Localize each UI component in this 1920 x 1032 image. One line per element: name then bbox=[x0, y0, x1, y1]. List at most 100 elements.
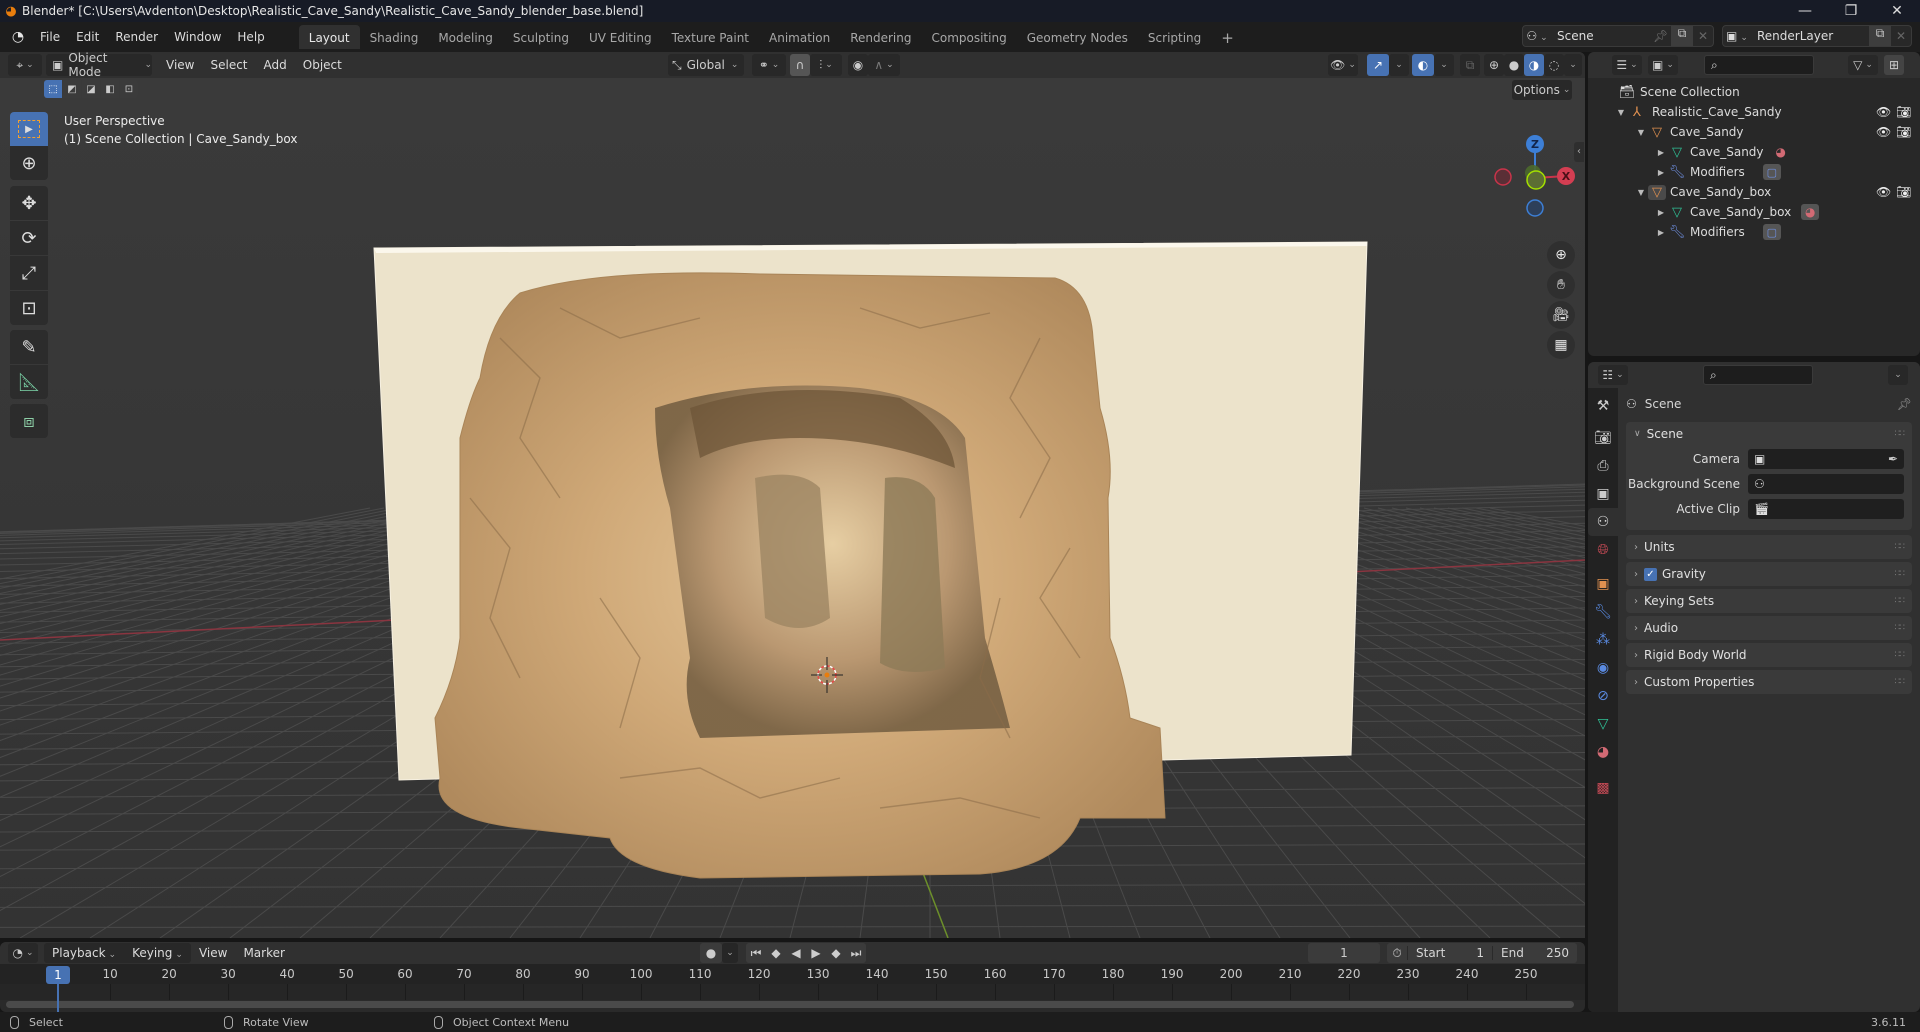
menu-edit[interactable]: Edit bbox=[68, 26, 107, 48]
gizmo-options-dropdown[interactable]: ⌄ bbox=[1389, 54, 1409, 76]
expand-toggle[interactable]: ▶ bbox=[1654, 148, 1668, 157]
gizmo-toggle[interactable]: ↗ bbox=[1367, 54, 1389, 76]
modifier-icon[interactable]: ▢ bbox=[1762, 224, 1781, 240]
workspace-tab-texture-paint[interactable]: Texture Paint bbox=[662, 25, 759, 49]
mode-selector[interactable]: ▣ Object Mode ⌄ bbox=[46, 52, 152, 79]
end-frame-field[interactable]: End 250 bbox=[1493, 946, 1577, 960]
prev-keyframe-button[interactable]: ◆ bbox=[766, 943, 786, 963]
options-dropdown[interactable]: Options ⌄ bbox=[1512, 80, 1572, 100]
outliner-item[interactable]: ▶ 🔧︎ Modifiers ▢ bbox=[1588, 162, 1920, 182]
new-view-layer-button[interactable]: ⧉ bbox=[1869, 26, 1891, 46]
tab-physics[interactable]: ◉ bbox=[1588, 654, 1618, 682]
properties-editor-type-button[interactable]: ☷ ⌄ bbox=[1598, 365, 1628, 385]
proportional-falloff-selector[interactable]: ∧ ⌄ bbox=[868, 54, 900, 76]
transform-orientation-selector[interactable]: ⤡ Global ⌄ bbox=[668, 54, 744, 76]
drag-grip-icon[interactable]: ∷∷ bbox=[1895, 677, 1906, 687]
background-scene-field[interactable]: ⚇ bbox=[1748, 473, 1904, 494]
workspace-tab-shading[interactable]: Shading bbox=[360, 25, 429, 49]
current-frame-field[interactable]: 1 bbox=[1308, 943, 1380, 963]
close-button[interactable]: ✕ bbox=[1874, 0, 1920, 22]
display-mode-selector[interactable]: ▣ ⌄ bbox=[1648, 55, 1678, 75]
rotate-tool[interactable]: ⟳ bbox=[10, 221, 48, 255]
outliner-item[interactable]: ▶ ▽ Cave_Sandy ◕ bbox=[1588, 142, 1920, 162]
shading-material-preview-button[interactable]: ◑ bbox=[1524, 54, 1544, 76]
scale-tool[interactable]: ⤢ bbox=[10, 256, 48, 290]
filter-dropdown[interactable]: ▽ ⌄ bbox=[1848, 55, 1878, 75]
viewport-menu-select[interactable]: Select bbox=[202, 54, 255, 76]
outliner-item[interactable]: ▼ ▽ Cave_Sandy 👁︎ 📷︎ bbox=[1588, 122, 1920, 142]
tab-material[interactable]: ◕ bbox=[1588, 738, 1618, 766]
navigation-gizmo[interactable]: Z X bbox=[1480, 126, 1580, 226]
timeline-menu-marker[interactable]: Marker bbox=[235, 942, 292, 964]
timeline-menu-keying[interactable]: Keying ⌄ bbox=[124, 942, 191, 964]
scene-name-field[interactable]: Scene bbox=[1551, 29, 1653, 43]
add-workspace-button[interactable]: + bbox=[1211, 25, 1244, 49]
delete-view-layer-button[interactable]: ✕ bbox=[1891, 29, 1911, 43]
camera-view-button[interactable]: 🎥︎ bbox=[1547, 301, 1575, 329]
outliner-search-input[interactable]: ⌕ bbox=[1704, 55, 1814, 75]
view-layer-name-field[interactable]: RenderLayer bbox=[1751, 29, 1869, 43]
tab-constraints[interactable]: ⊘ bbox=[1588, 682, 1618, 710]
shading-solid-button[interactable]: ● bbox=[1504, 54, 1524, 76]
shading-wireframe-button[interactable]: ⊕ bbox=[1484, 54, 1504, 76]
3d-viewport[interactable]: User Perspective (1) Scene Collection | … bbox=[0, 52, 1585, 938]
tab-modifiers[interactable]: 🔧︎ bbox=[1588, 598, 1618, 626]
orthographic-toggle-button[interactable]: ▦ bbox=[1547, 331, 1575, 359]
workspace-tab-animation[interactable]: Animation bbox=[759, 25, 840, 49]
custom-properties-panel[interactable]: › Custom Properties ∷∷ bbox=[1626, 670, 1912, 694]
pin-icon[interactable]: 📌︎ bbox=[1897, 397, 1912, 411]
jump-to-end-button[interactable]: ⏭︎ bbox=[846, 943, 866, 963]
overlays-options-dropdown[interactable]: ⌄ bbox=[1434, 54, 1454, 76]
outliner-editor-type-button[interactable]: ☰ ⌄ bbox=[1612, 55, 1642, 75]
tab-render[interactable]: 📷︎ bbox=[1588, 424, 1618, 452]
move-tool[interactable]: ✥ bbox=[10, 186, 48, 220]
pivot-point-selector[interactable]: ⚭ ⌄ bbox=[752, 54, 786, 76]
rigid-body-world-panel[interactable]: › Rigid Body World ∷∷ bbox=[1626, 643, 1912, 667]
render-camera-icon[interactable]: 📷︎ bbox=[1896, 105, 1911, 119]
tab-particles[interactable]: ⁂ bbox=[1588, 626, 1618, 654]
play-button[interactable]: ▶ bbox=[806, 943, 826, 963]
workspace-tab-modeling[interactable]: Modeling bbox=[428, 25, 503, 49]
units-panel[interactable]: › Units ∷∷ bbox=[1626, 535, 1912, 559]
proportional-editing-toggle[interactable]: ◉ bbox=[848, 54, 868, 76]
tab-output[interactable]: ⎙ bbox=[1588, 452, 1618, 480]
annotate-tool[interactable]: ✎ bbox=[10, 330, 48, 364]
xray-toggle[interactable]: ⧉ bbox=[1460, 54, 1480, 76]
tab-view-layer[interactable]: ▣ bbox=[1588, 480, 1618, 508]
audio-panel[interactable]: › Audio ∷∷ bbox=[1626, 616, 1912, 640]
snap-target-selector[interactable]: ⫶ ⌄ bbox=[810, 54, 842, 76]
workspace-tab-layout[interactable]: Layout bbox=[298, 25, 360, 49]
scene-panel-header[interactable]: ∨ Scene ∷∷ bbox=[1626, 422, 1912, 446]
pin-icon[interactable]: 📌︎ bbox=[1653, 29, 1671, 43]
shading-options-dropdown[interactable]: ⌄ bbox=[1564, 54, 1582, 76]
tab-world[interactable]: 🌐︎ bbox=[1588, 536, 1618, 564]
viewport-menu-view[interactable]: View bbox=[158, 54, 202, 76]
snap-toggle[interactable]: ∩ bbox=[790, 54, 810, 76]
outliner-item[interactable]: ▶ ▽ Cave_Sandy_box ◕ bbox=[1588, 202, 1920, 222]
material-icon[interactable]: ◕ bbox=[1776, 145, 1786, 159]
select-mode-subtract[interactable]: ◪ bbox=[82, 80, 100, 98]
render-camera-icon[interactable]: 📷︎ bbox=[1896, 185, 1911, 199]
workspace-tab-compositing[interactable]: Compositing bbox=[921, 25, 1016, 49]
outliner-item[interactable]: ▼ ⅄ Realistic_Cave_Sandy 👁︎ 📷︎ bbox=[1588, 102, 1920, 122]
new-collection-button[interactable]: ⊞ bbox=[1884, 55, 1904, 75]
tab-texture[interactable]: ▩ bbox=[1588, 774, 1618, 802]
select-mode-new[interactable]: ⬚ bbox=[44, 80, 62, 98]
shading-rendered-button[interactable]: ◌ bbox=[1544, 54, 1564, 76]
workspace-tab-sculpting[interactable]: Sculpting bbox=[503, 25, 579, 49]
minimize-button[interactable]: — bbox=[1782, 0, 1828, 22]
drag-grip-icon[interactable]: ∷∷ bbox=[1895, 650, 1906, 660]
view-layer-selector[interactable]: ▣ ⌄ RenderLayer ⧉ ✕ bbox=[1722, 25, 1912, 47]
workspace-tab-rendering[interactable]: Rendering bbox=[840, 25, 921, 49]
properties-options-dropdown[interactable]: ⌄ bbox=[1888, 365, 1908, 385]
gravity-panel[interactable]: › ✓ Gravity ∷∷ bbox=[1626, 562, 1912, 586]
drag-grip-icon[interactable]: ∷∷ bbox=[1895, 429, 1906, 439]
visibility-eye-icon[interactable]: 👁︎ bbox=[1876, 105, 1891, 119]
measure-tool[interactable]: 📐︎ bbox=[10, 365, 48, 399]
expand-toggle[interactable]: ▼ bbox=[1614, 108, 1628, 117]
camera-field[interactable]: ▣ ✒ bbox=[1748, 448, 1904, 469]
delete-scene-button[interactable]: ✕ bbox=[1693, 29, 1713, 43]
sidebar-toggle[interactable]: ‹ bbox=[1574, 142, 1584, 162]
zoom-view-button[interactable]: ⊕ bbox=[1547, 241, 1575, 269]
stopwatch-icon[interactable]: ⏱︎ bbox=[1387, 946, 1407, 961]
